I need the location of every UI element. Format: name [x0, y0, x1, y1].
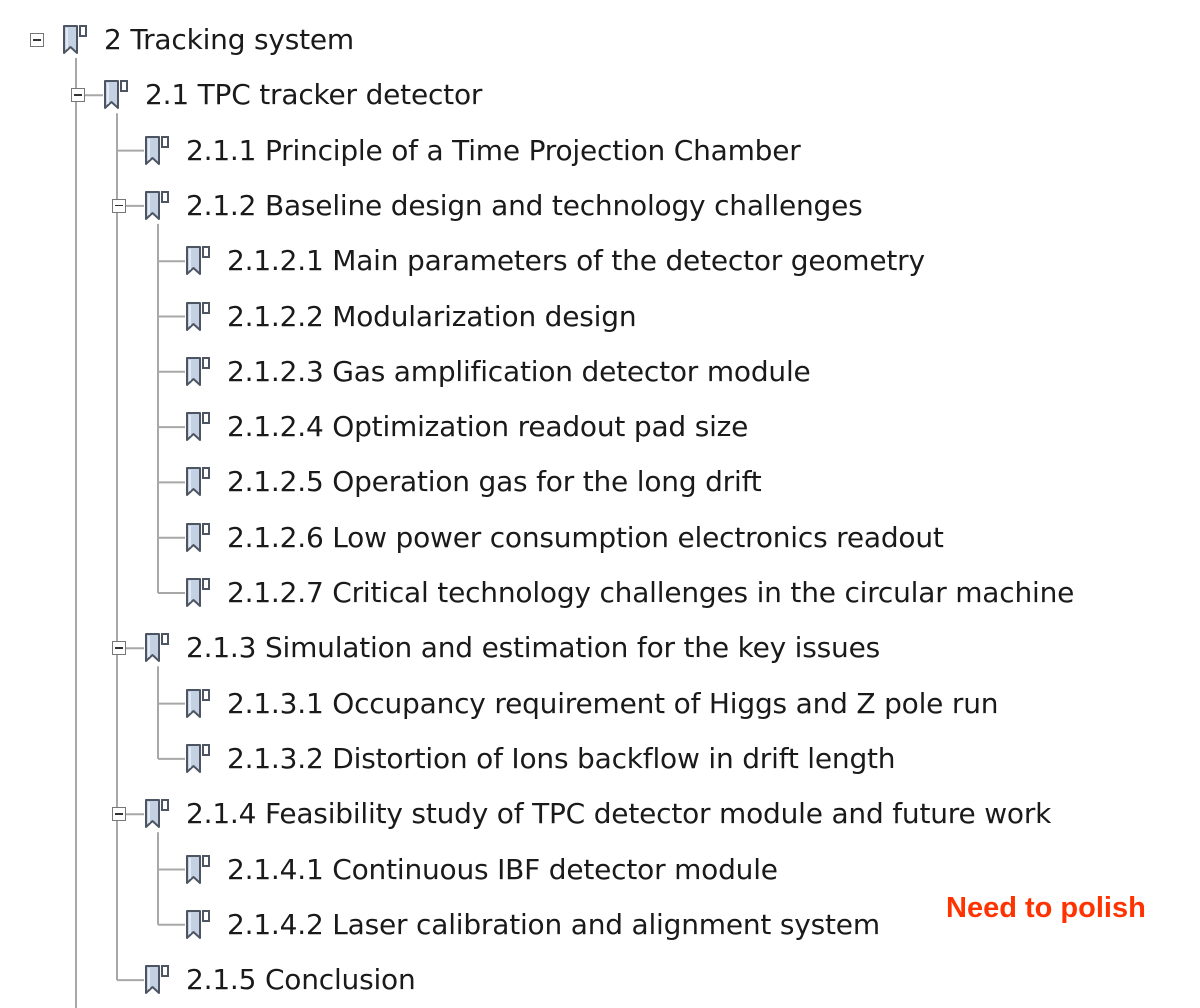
- tree-item-label: 2.1.1 Principle of a Time Projection Cha…: [186, 133, 801, 167]
- tree-item-label: 2.1.2.4 Optimization readout pad size: [227, 410, 749, 444]
- bookmark-icon: [60, 22, 92, 58]
- tree-item-2-1-2-3-gas-amplification-detector-module[interactable]: 2.1.2.3 Gas amplification detector modul…: [0, 347, 1200, 397]
- bookmark-icon: [183, 464, 215, 500]
- tree-item-2-1-2-4-optimization-readout-pad-size[interactable]: 2.1.2.4 Optimization readout pad size: [0, 402, 1200, 452]
- tree-item-2-1-2-6-low-power-consumption-electronics-readout[interactable]: 2.1.2.6 Low power consumption electronic…: [0, 513, 1200, 563]
- tree-item-2-1-4-feasibility-study-of-tpc-detector-module-and-future-work[interactable]: 2.1.4 Feasibility study of TPC detector …: [0, 789, 1200, 839]
- bookmark-icon: [183, 243, 215, 279]
- tree-item-label: 2.1.5 Conclusion: [186, 963, 416, 997]
- bookmark-icon: [142, 188, 174, 224]
- tree-item-2-1-2-5-operation-gas-for-the-long-drift[interactable]: 2.1.2.5 Operation gas for the long drift: [0, 457, 1200, 507]
- tree-item-2-1-tpc-tracker-detector[interactable]: 2.1 TPC tracker detector: [0, 70, 1200, 120]
- bookmark-icon: [183, 686, 215, 722]
- tree-item-2-1-2-1-main-parameters-of-the-detector-geometry[interactable]: 2.1.2.1 Main parameters of the detector …: [0, 236, 1200, 286]
- collapse-toggle-icon[interactable]: [112, 641, 126, 656]
- bookmark-icon: [142, 133, 174, 169]
- bookmark-icon: [183, 520, 215, 556]
- tree-item-label: 2.1.2.7 Critical technology challenges i…: [227, 576, 1075, 609]
- tree-item-2-1-5-conclusion[interactable]: 2.1.5 Conclusion: [0, 955, 1200, 1005]
- bookmark-icon: [183, 907, 215, 943]
- tree-item-label: 2.1.2.6 Low power consumption electronic…: [227, 520, 944, 554]
- need-to-polish-note: Need to polish: [946, 892, 1146, 924]
- tree-item-label: 2.1.3 Simulation and estimation for the …: [186, 631, 880, 665]
- bookmark-icon: [183, 575, 215, 611]
- tree-item-2-1-3-simulation-and-estimation-for-the-key-issues[interactable]: 2.1.3 Simulation and estimation for the …: [0, 623, 1200, 673]
- tree-item-label: 2.1.3.2 Distortion of Ions backflow in d…: [227, 741, 896, 775]
- tree-item-2-1-4-1-continuous-ibf-detector-module[interactable]: 2.1.4.1 Continuous IBF detector module: [0, 845, 1200, 895]
- bookmark-icon: [142, 962, 174, 998]
- tree-item-2-1-2-7-critical-technology-challenges-in-the-circular-machine[interactable]: 2.1.2.7 Critical technology challenges i…: [0, 568, 1200, 618]
- bookmark-icon: [183, 741, 215, 777]
- tree-item-2-1-2-baseline-design-and-technology-challenges[interactable]: 2.1.2 Baseline design and technology cha…: [0, 181, 1200, 231]
- tree-item-label: 2.1.4 Feasibility study of TPC detector …: [186, 797, 1052, 831]
- tree-item-2-1-3-1-occupancy-requirement-of-higgs-and-z-pole-run[interactable]: 2.1.3.1 Occupancy requirement of Higgs a…: [0, 679, 1200, 729]
- bookmark-icon: [183, 299, 215, 335]
- bookmark-icon: [183, 409, 215, 445]
- collapse-toggle-icon[interactable]: [30, 33, 44, 47]
- tree-item-2-1-3-2-distortion-of-ions-backflow-in-drift-length[interactable]: 2.1.3.2 Distortion of Ions backflow in d…: [0, 734, 1200, 784]
- bookmark-icon: [183, 354, 215, 390]
- tree-item-label: 2.1.3.1 Occupancy requirement of Higgs a…: [227, 686, 999, 720]
- bookmark-icon: [183, 852, 215, 888]
- tree-item-2-tracking-system[interactable]: 2 Tracking system: [0, 15, 1200, 65]
- tree-item-label: 2.1.2.1 Main parameters of the detector …: [227, 244, 925, 278]
- tree-item-label: 2.1.2.2 Modularization design: [227, 299, 637, 333]
- bookmark-icon: [101, 77, 133, 113]
- tree-item-label: 2.1.4.2 Laser calibration and alignment …: [227, 907, 880, 941]
- tree-item-label: 2.1 TPC tracker detector: [145, 78, 483, 112]
- bookmark-tree: 2 Tracking system 2.1 TPC tracker detecto…: [0, 0, 1200, 1008]
- tree-item-label: 2.1.2 Baseline design and technology cha…: [186, 188, 863, 222]
- tree-item-label: 2 Tracking system: [104, 23, 355, 56]
- tree-item-label: 2.1.2.3 Gas amplification detector modul…: [227, 354, 811, 388]
- bookmark-icon: [142, 796, 174, 832]
- collapse-toggle-icon[interactable]: [112, 198, 126, 213]
- tree-item-label: 2.1.4.1 Continuous IBF detector module: [227, 852, 778, 886]
- tree-item-2-1-2-2-modularization-design[interactable]: 2.1.2.2 Modularization design: [0, 292, 1200, 342]
- tree-item-label: 2.1.2.5 Operation gas for the long drift: [227, 465, 762, 499]
- bookmark-icon: [142, 630, 174, 666]
- tree-item-2-1-1-principle-of-a-time-projection-chamber[interactable]: 2.1.1 Principle of a Time Projection Cha…: [0, 126, 1200, 176]
- collapse-toggle-icon[interactable]: [112, 807, 126, 822]
- collapse-toggle-icon[interactable]: [71, 88, 85, 103]
